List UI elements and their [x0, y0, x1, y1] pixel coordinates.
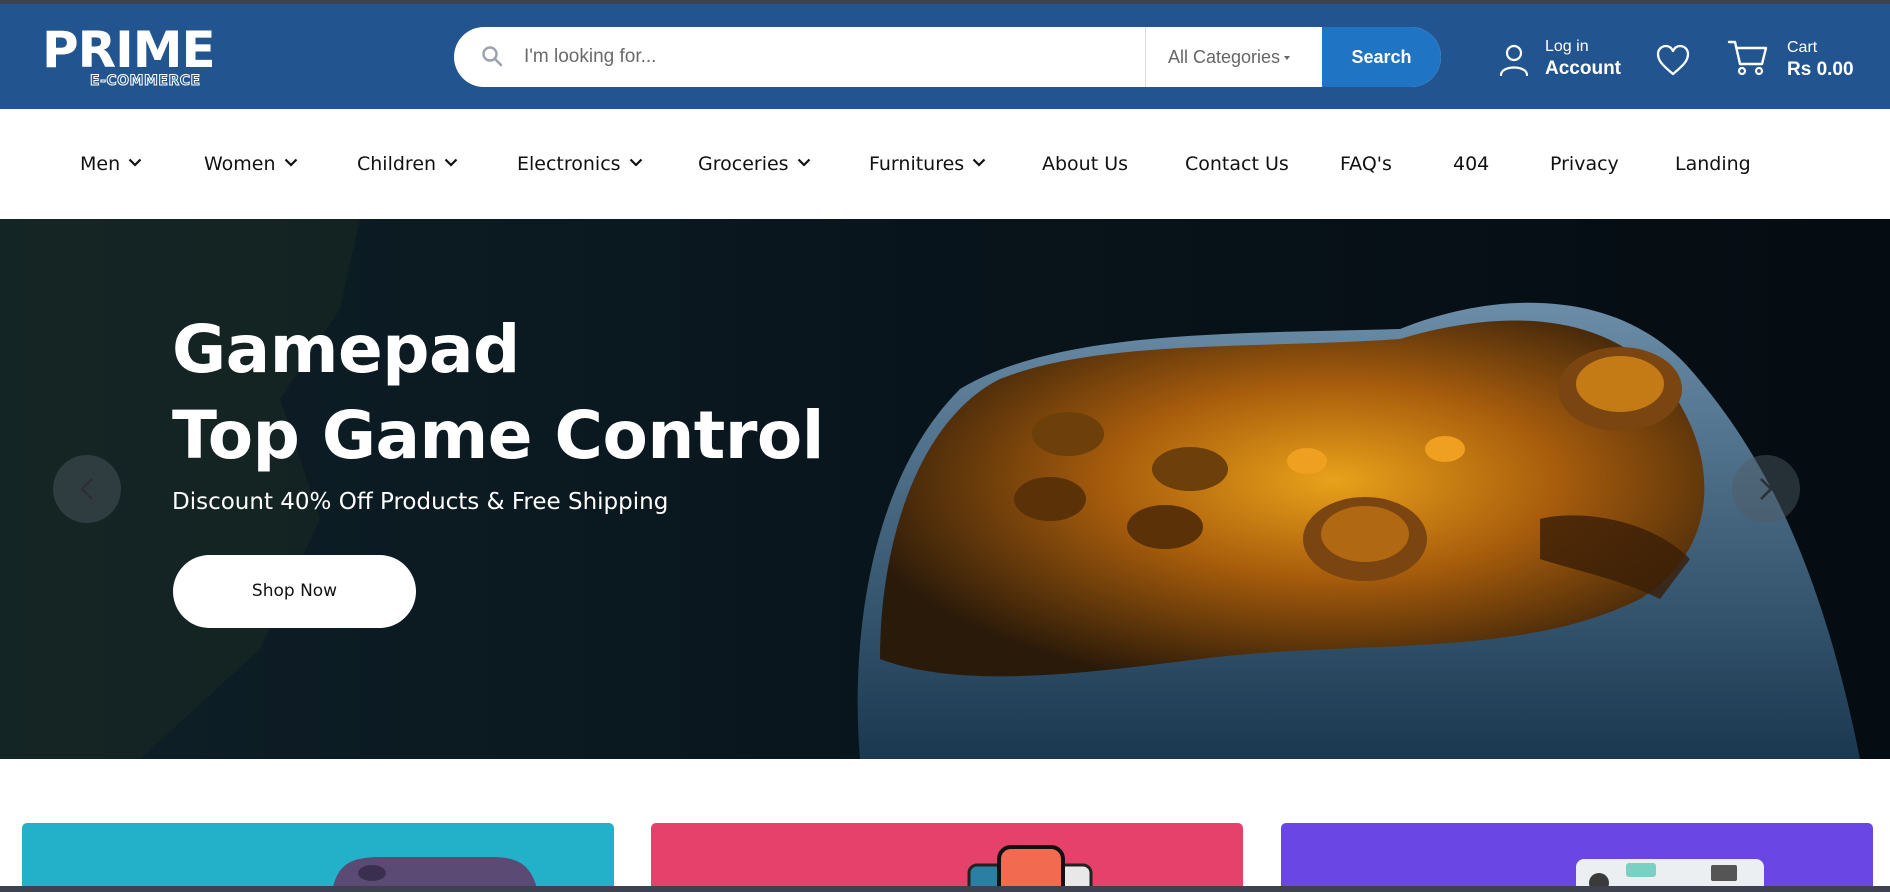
gamepad-thumbnail [332, 857, 538, 892]
nav-item-children[interactable]: Children [357, 150, 458, 178]
chevron-down-icon [797, 158, 810, 167]
nav-item-electronics[interactable]: Electronics [517, 150, 643, 178]
nav-item-label: Groceries [698, 153, 789, 175]
nav-item-faqs[interactable]: FAQ's [1340, 150, 1392, 178]
chevron-down-icon [128, 158, 142, 167]
hero-slider: Gamepad Top Game Control Discount 40% Of… [0, 219, 1890, 759]
nav-item-about-us[interactable]: About Us [1042, 150, 1128, 178]
user-icon [1499, 44, 1529, 77]
category-select-label: All Categories [1168, 47, 1281, 67]
category-select[interactable]: All Categories [1145, 27, 1323, 87]
chevron-down-icon [284, 158, 297, 167]
nav-item-label: Men [80, 153, 121, 175]
main-navigation: Men Women Children Electronics Groceries… [0, 109, 1890, 219]
site-header: PRIME E-COMMERCE All Categories Search L… [0, 4, 1890, 109]
hero-title: Gamepad Top Game Control [172, 307, 824, 479]
logo-tagline: E-COMMERCE [90, 73, 201, 90]
chevron-down-icon [444, 158, 458, 167]
nav-item-contact-us[interactable]: Contact Us [1185, 150, 1289, 178]
cart-label: Cart [1787, 39, 1818, 56]
heart-icon[interactable] [1655, 43, 1691, 77]
nav-item-privacy[interactable]: Privacy [1550, 150, 1619, 178]
cart-total: Rs 0.00 [1787, 59, 1854, 80]
promo-cards [0, 759, 1890, 892]
nav-item-label: Children [357, 153, 437, 175]
slider-prev-button[interactable] [53, 455, 121, 523]
nav-item-label: Women [204, 153, 276, 175]
chevron-down-icon [972, 158, 986, 167]
nav-item-men[interactable]: Men [80, 150, 142, 178]
cart-icon [1727, 40, 1768, 76]
hero-title-line-1: Gamepad [172, 311, 520, 388]
promo-card-camera[interactable] [1281, 823, 1873, 892]
caret-down-icon [1284, 56, 1291, 61]
chevron-left-icon [80, 478, 93, 500]
shop-now-button[interactable]: Shop Now [173, 555, 416, 628]
search-icon [482, 46, 503, 67]
promo-card-gamepad[interactable] [22, 823, 614, 892]
phones-thumbnail [967, 845, 1093, 892]
slider-next-button[interactable] [1732, 455, 1800, 523]
nav-item-label: Furnitures [869, 153, 965, 175]
nav-item-landing[interactable]: Landing [1675, 150, 1751, 178]
hero-title-line-2: Top Game Control [172, 397, 824, 474]
nav-item-women[interactable]: Women [204, 150, 298, 178]
nav-item-404[interactable]: 404 [1453, 150, 1489, 178]
chevron-down-icon [629, 158, 642, 167]
hero-subtitle: Discount 40% Off Products & Free Shippin… [172, 489, 669, 515]
account-label: Account [1545, 58, 1621, 79]
search-bar: All Categories Search [454, 27, 1441, 87]
browser-bottom-border [0, 886, 1890, 892]
promo-card-phones[interactable] [651, 823, 1243, 892]
chevron-right-icon [1760, 478, 1773, 500]
logo-name: PRIME [42, 21, 216, 79]
nav-item-label: Electronics [517, 153, 621, 175]
site-logo[interactable]: PRIME E-COMMERCE [42, 24, 222, 94]
nav-item-groceries[interactable]: Groceries [698, 150, 811, 178]
search-input[interactable] [524, 27, 1104, 87]
nav-item-furnitures[interactable]: Furnitures [869, 150, 986, 178]
cart-link[interactable]: Cart Rs 0.00 [1727, 36, 1867, 86]
account-login-text: Log in [1545, 38, 1589, 55]
camera-thumbnail [1576, 859, 1764, 892]
account-link[interactable]: Log in Account [1498, 36, 1628, 84]
search-button[interactable]: Search [1322, 27, 1441, 87]
